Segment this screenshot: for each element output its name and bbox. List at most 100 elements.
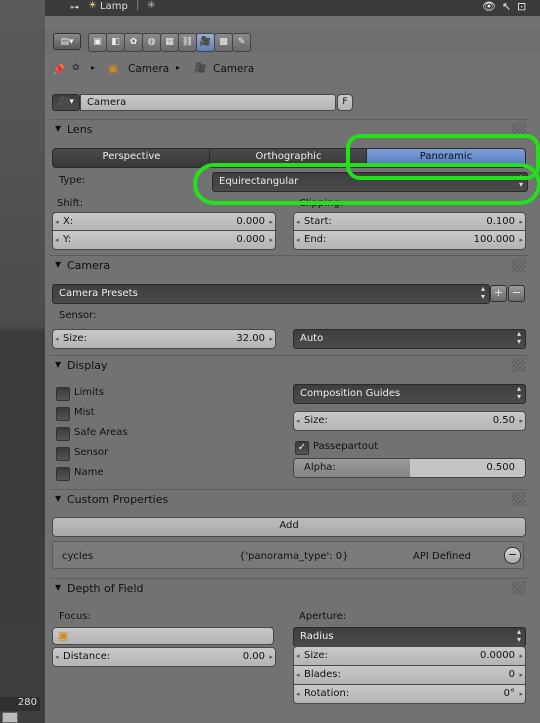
camera-browse-button[interactable]: 🎥▾ [52, 94, 80, 111]
texture-tab-icon[interactable]: ▩ [214, 33, 233, 52]
physics-tab-icon[interactable]: ✎ [232, 33, 251, 52]
render-tab-icon[interactable]: ▣ [88, 33, 107, 52]
shift-x-value: 0.000 [236, 216, 265, 227]
blades-label: Blades: [304, 669, 341, 680]
lens-panel-title: Lens [67, 123, 93, 136]
increment-arrow-icon[interactable]: ▸ [519, 686, 523, 702]
custom-property-row: cycles {'panorama_type': 0} API Defined … [52, 541, 524, 569]
mist-checkbox[interactable] [56, 407, 70, 421]
object-tab-icon[interactable]: ▦ [160, 33, 179, 52]
sensor-fit-dropdown[interactable]: Auto ▴ ▾ [293, 329, 526, 349]
editor-type-button[interactable]: ▤▾ [53, 33, 81, 50]
remove-property-button[interactable]: − [504, 547, 521, 564]
viewport-handle[interactable] [2, 712, 18, 723]
eye-icon[interactable]: 👁 [482, 0, 496, 13]
increment-arrow-icon[interactable]: ▸ [519, 667, 523, 683]
increment-arrow-icon[interactable]: ▸ [269, 214, 273, 230]
decrement-arrow-icon[interactable]: ◂ [296, 214, 300, 230]
composition-guides-dropdown[interactable]: Composition Guides ▴ ▾ [293, 384, 526, 404]
decrement-arrow-icon[interactable]: ◂ [296, 686, 300, 702]
decrement-arrow-icon[interactable]: ◂ [296, 232, 300, 248]
clip-start-field[interactable]: ◂ Start: 0.100 ▸ [293, 212, 526, 232]
add-preset-button[interactable]: + [490, 285, 507, 302]
limits-label: Limits [74, 387, 104, 398]
collapse-triangle-icon: ▼ [55, 494, 62, 503]
sensor-size-field[interactable]: ◂ Size: 32.00 ▸ [52, 329, 276, 349]
render-icon[interactable]: ⊡ [517, 0, 526, 13]
aperture-type-dropdown[interactable]: Radius ▴ ▾ [293, 627, 526, 647]
shift-label: Shift: [57, 198, 84, 209]
safe-areas-checkbox[interactable] [56, 427, 70, 441]
decrement-arrow-icon[interactable]: ◂ [296, 648, 300, 664]
add-property-button[interactable]: Add [52, 517, 526, 537]
lamp-data-icon[interactable]: ✳ [147, 0, 155, 11]
aperture-size-field[interactable]: ◂ Size: 0.0000 ▸ [293, 646, 526, 666]
decrement-arrow-icon[interactable]: ◂ [55, 649, 59, 665]
add-property-label: Add [279, 520, 299, 531]
dof-panel-header[interactable]: ▼ Depth of Field [50, 579, 528, 599]
name-checkbox[interactable] [56, 467, 70, 481]
shift-y-field[interactable]: ◂ Y: 0.000 ▸ [52, 230, 276, 250]
sensor-checkbox[interactable] [56, 447, 70, 461]
camera-data-tab-icon[interactable]: 🎥 [196, 33, 215, 52]
decrement-arrow-icon[interactable]: ◂ [55, 214, 59, 230]
increment-arrow-icon[interactable]: ▸ [519, 232, 523, 248]
constraints-tab-icon[interactable]: ⛓ [178, 33, 197, 52]
alpha-value: 0.500 [486, 462, 515, 473]
increment-arrow-icon[interactable]: ▸ [269, 649, 273, 665]
increment-arrow-icon[interactable]: ▸ [269, 232, 273, 248]
aperture-label: Aperture: [299, 611, 347, 622]
decrement-arrow-icon[interactable]: ◂ [296, 667, 300, 683]
decrement-arrow-icon[interactable]: ◂ [55, 331, 59, 347]
limits-checkbox[interactable] [56, 387, 70, 401]
camera-panel-header[interactable]: ▼ Camera [50, 256, 528, 276]
decrement-arrow-icon[interactable]: ◂ [296, 413, 300, 429]
focus-label: Focus: [59, 611, 91, 622]
alpha-slider[interactable]: Alpha: 0.500 [293, 458, 526, 478]
viewport-number: 280 [0, 697, 40, 711]
remove-property-label: − [507, 548, 518, 561]
panel-grip-icon[interactable] [512, 258, 526, 272]
cursor-icon[interactable]: ↖ [502, 0, 511, 13]
panel-grip-icon[interactable] [512, 358, 526, 372]
remove-preset-button[interactable]: − [508, 285, 525, 302]
clip-end-value: 100.000 [473, 234, 515, 245]
display-panel-title: Display [67, 359, 108, 372]
world-tab-icon[interactable]: ◍ [142, 33, 161, 52]
panel-grip-icon[interactable] [512, 492, 526, 506]
increment-arrow-icon[interactable]: ▸ [519, 648, 523, 664]
clip-end-field[interactable]: ◂ End: 100.000 ▸ [293, 230, 526, 250]
breadcrumb-object: Camera [128, 63, 170, 75]
display-size-label: Size: [304, 415, 328, 426]
alpha-label: Alpha: [304, 462, 336, 473]
increment-arrow-icon[interactable]: ▸ [519, 214, 523, 230]
scene-tab-icon[interactable]: ✿ [124, 33, 143, 52]
property-value: {'panorama_type': 0} [239, 551, 349, 562]
distance-label: Distance: [63, 651, 111, 662]
lens-type-label: Type: [59, 175, 86, 186]
panel-grip-icon[interactable] [512, 581, 526, 595]
increment-arrow-icon[interactable]: ▸ [269, 331, 273, 347]
shift-x-field[interactable]: ◂ X: 0.000 ▸ [52, 212, 276, 232]
increment-arrow-icon[interactable]: ▸ [519, 413, 523, 429]
shift-y-label: Y: [63, 234, 72, 245]
fake-user-button[interactable]: F [337, 94, 353, 111]
blades-field[interactable]: ◂ Blades: 0 ▸ [293, 665, 526, 685]
rotation-field[interactable]: ◂ Rotation: 0° ▸ [293, 684, 526, 704]
camera-presets-dropdown[interactable]: Camera Presets ▴ ▾ [52, 284, 490, 304]
decrement-arrow-icon[interactable]: ◂ [55, 232, 59, 248]
passepartout-checkbox[interactable]: ✓ [295, 441, 309, 455]
pin-icon[interactable]: 📌 [52, 63, 65, 76]
focus-object-field[interactable]: ▣ [52, 627, 274, 645]
display-size-field[interactable]: ◂ Size: 0.50 ▸ [293, 411, 526, 431]
lens-mode-perspective[interactable]: Perspective [52, 148, 211, 168]
lamp-icon: ☀ [88, 0, 97, 11]
outliner-row[interactable]: ⊶ ☀ Lamp | ✳ 👁 ↖ ⊡ [45, 0, 540, 16]
clip-start-value: 0.100 [486, 216, 515, 227]
focus-distance-field[interactable]: ◂ Distance: 0.00 ▸ [52, 647, 276, 667]
tree-connector-icon: ⊶ [70, 3, 79, 13]
display-panel-header[interactable]: ▼ Display [50, 356, 528, 376]
custom-properties-panel-header[interactable]: ▼ Custom Properties [50, 490, 528, 510]
layers-tab-icon[interactable]: ◧ [106, 33, 125, 52]
camera-name-field[interactable]: Camera [80, 94, 336, 111]
